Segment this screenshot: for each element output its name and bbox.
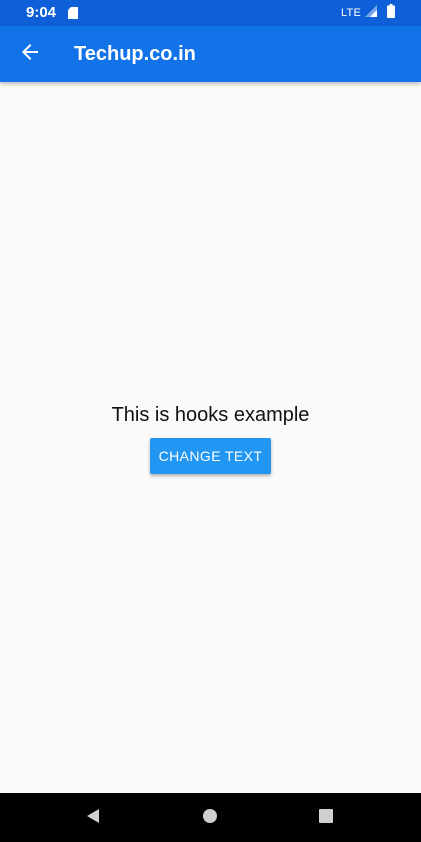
- cell-signal-icon: [365, 4, 377, 22]
- nav-recents-square-icon: [318, 808, 334, 829]
- nav-back-button[interactable]: [80, 805, 106, 831]
- system-nav-bar: [0, 793, 421, 842]
- status-time: 9:04: [26, 4, 57, 21]
- battery-icon: [387, 3, 395, 23]
- status-bar: 9:04 LTE: [0, 0, 421, 26]
- sd-card-icon: [68, 6, 78, 24]
- nav-back-triangle-icon: [85, 808, 101, 829]
- main-content: This is hooks example CHANGE TEXT: [0, 82, 421, 793]
- app-bar: Techup.co.in: [0, 26, 421, 82]
- nav-home-button[interactable]: [197, 805, 223, 831]
- status-indicators: LTE: [341, 3, 395, 23]
- hooks-demo: This is hooks example CHANGE TEXT: [0, 402, 421, 474]
- hooks-message-text: This is hooks example: [111, 404, 310, 426]
- change-text-button[interactable]: CHANGE TEXT: [149, 438, 272, 474]
- nav-home-circle-icon: [202, 808, 218, 829]
- network-type-label: LTE: [341, 7, 361, 19]
- arrow-back-icon: [21, 43, 39, 66]
- app-screen: 9:04 LTE Techup.co.in This is hooks exam…: [0, 0, 421, 842]
- app-title: Techup.co.in: [74, 43, 196, 65]
- back-button[interactable]: [12, 36, 48, 72]
- nav-recents-button[interactable]: [313, 805, 339, 831]
